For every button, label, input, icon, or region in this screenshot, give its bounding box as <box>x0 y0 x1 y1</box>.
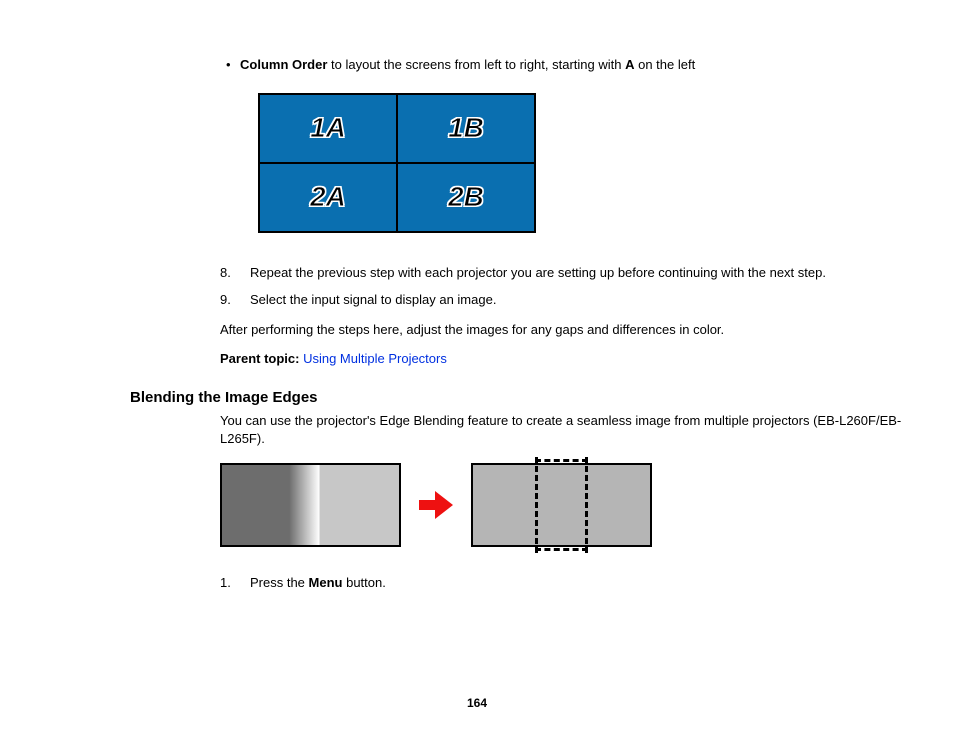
dashed-line-icon <box>535 548 588 551</box>
edge-blending-figure <box>220 463 914 547</box>
step-8-text: Repeat the previous step with each proje… <box>250 263 826 283</box>
bullet-column-order: Column Order to layout the screens from … <box>240 55 914 75</box>
arrow-right-icon <box>419 493 453 517</box>
parent-topic-line: Parent topic: Using Multiple Projectors <box>220 349 914 369</box>
column-order-grid: 1A 1B 2A 2B <box>258 93 536 233</box>
bullet-mid: to layout the screens from left to right… <box>327 57 625 72</box>
bullet-strong-1: Column Order <box>240 57 327 72</box>
bullet-tail: on the left <box>634 57 695 72</box>
after-paragraph: After performing the steps here, adjust … <box>220 320 914 340</box>
step-9: 9. Select the input signal to display an… <box>220 290 914 310</box>
step-8-number: 8. <box>220 263 250 283</box>
dashed-line-icon <box>585 457 588 553</box>
step-1-strong: Menu <box>309 575 343 590</box>
content-block: Column Order to layout the screens from … <box>220 55 914 369</box>
blend-after-panel <box>471 463 652 547</box>
blend-before-panel <box>220 463 401 547</box>
section-body: You can use the projector's Edge Blendin… <box>220 412 914 593</box>
document-page: Column Order to layout the screens from … <box>0 0 954 738</box>
grid-cell-2a: 2A <box>260 164 396 231</box>
page-number: 164 <box>0 696 954 710</box>
step-1-pre: Press the <box>250 575 309 590</box>
blend-before-gradient <box>222 465 399 545</box>
step-8: 8. Repeat the previous step with each pr… <box>220 263 914 283</box>
grid-cell-2b: 2B <box>398 164 534 231</box>
dashed-line-icon <box>535 459 588 462</box>
step-1-number: 1. <box>220 573 250 593</box>
dashed-line-icon <box>535 457 538 553</box>
grid-cell-1a: 1A <box>260 95 396 162</box>
parent-topic-label: Parent topic: <box>220 351 303 366</box>
step-1: 1. Press the Menu button. <box>220 573 914 593</box>
heading-blending-image-edges: Blending the Image Edges <box>130 389 924 406</box>
step-9-text: Select the input signal to display an im… <box>250 290 496 310</box>
intro-paragraph: You can use the projector's Edge Blendin… <box>220 412 914 450</box>
step-1-text: Press the Menu button. <box>250 573 386 593</box>
step-9-number: 9. <box>220 290 250 310</box>
step-1-post: button. <box>342 575 385 590</box>
blend-after-fill <box>473 465 650 545</box>
grid-cell-1b: 1B <box>398 95 534 162</box>
parent-topic-link[interactable]: Using Multiple Projectors <box>303 351 447 366</box>
